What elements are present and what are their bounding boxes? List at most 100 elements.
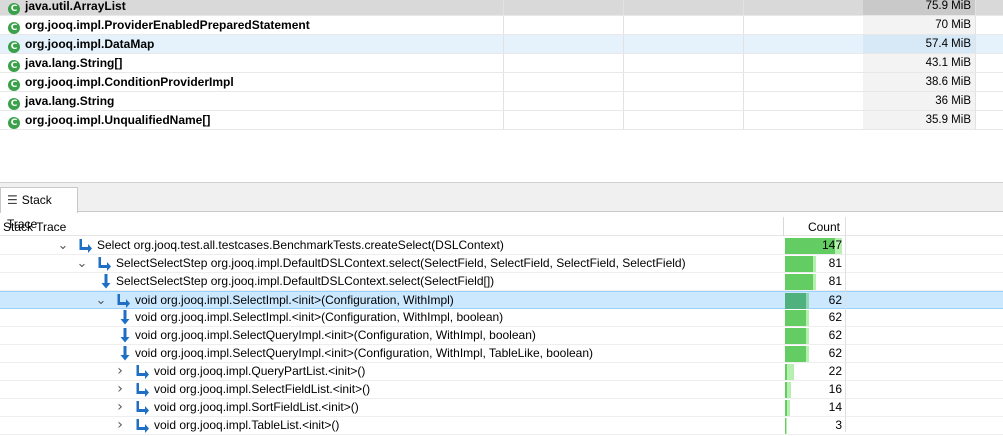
column-separator	[623, 111, 624, 129]
call-path-arrow-icon	[79, 238, 93, 253]
class-allocation-table: Cjava.util.ArrayList 75.9 MiB Corg.jooq.im…	[0, 0, 1003, 146]
stack-frame-label: Select org.jooq.test.all.testcases.Bench…	[97, 238, 504, 252]
column-separator	[975, 16, 976, 34]
tree-node-row[interactable]: void org.jooq.impl.SelectQueryImpl.<init…	[0, 327, 1003, 345]
collapse-chevron-icon[interactable]: ⌄	[57, 237, 69, 254]
class-icon: C	[8, 60, 20, 72]
class-table-row[interactable]: Corg.jooq.impl.ConditionProviderImpl 38.6…	[0, 73, 1003, 92]
column-separator	[743, 16, 744, 34]
stack-frame-label: SelectSelectStep org.jooq.impl.DefaultDS…	[116, 274, 495, 288]
column-separator	[503, 16, 504, 34]
column-separator	[623, 16, 624, 34]
stack-frame-label: void org.jooq.impl.TableList.<init>()	[154, 418, 340, 432]
tree-node-row[interactable]: ⌄ SelectSelectStep org.jooq.impl.DefaultD…	[0, 255, 1003, 273]
retained-size-cell: 35.9 MiB	[863, 111, 975, 129]
collapse-chevron-icon[interactable]: ⌄	[76, 255, 88, 272]
panel-splitter[interactable]	[0, 146, 1003, 182]
stack-frame-label: SelectSelectStep org.jooq.impl.DefaultDS…	[116, 256, 686, 270]
tree-node-row[interactable]: SelectSelectStep org.jooq.impl.DefaultDS…	[0, 273, 1003, 291]
list-icon: ☰	[7, 193, 18, 207]
column-separator	[503, 54, 504, 72]
class-icon: C	[8, 117, 20, 129]
column-separator	[503, 35, 504, 53]
class-name: org.jooq.impl.ConditionProviderImpl	[25, 75, 234, 89]
column-header-stack-trace[interactable]: Stack Trace	[3, 220, 66, 234]
column-separator	[975, 73, 976, 91]
class-icon: C	[8, 3, 20, 15]
column-separator	[623, 73, 624, 91]
retained-size-cell: 75.9 MiB	[863, 0, 975, 15]
tree-node-row[interactable]: › void org.jooq.impl.QueryPartList.<init>…	[0, 363, 1003, 381]
column-separator	[975, 111, 976, 129]
class-name: org.jooq.impl.DataMap	[25, 37, 155, 51]
class-name: java.lang.String	[25, 94, 115, 108]
collapse-chevron-icon[interactable]: ⌄	[95, 292, 107, 309]
tree-node-row[interactable]: ⌄ void org.jooq.impl.SelectImpl.<init>(Co…	[0, 291, 1003, 309]
tree-node-row[interactable]: void org.jooq.impl.SelectQueryImpl.<init…	[0, 345, 1003, 363]
class-icon: C	[8, 79, 20, 91]
retained-size-cell: 38.6 MiB	[863, 73, 975, 91]
tab-stack-trace[interactable]: ☰ Stack Trace	[0, 187, 78, 231]
count-value: 22	[828, 364, 842, 378]
tree-node-row[interactable]: › void org.jooq.impl.TableList.<init>() 3	[0, 417, 1003, 435]
class-name-cell: Corg.jooq.impl.ProviderEnabledPreparedSt…	[8, 16, 388, 34]
class-table-row[interactable]: Corg.jooq.impl.UnqualifiedName[] 35.9 MiB	[0, 111, 1003, 130]
class-table-row[interactable]: Corg.jooq.impl.DataMap 57.4 MiB	[0, 35, 1003, 54]
stack-frame-label: void org.jooq.impl.SelectImpl.<init>(Con…	[135, 293, 454, 307]
column-separator	[743, 92, 744, 110]
column-separator	[743, 54, 744, 72]
expand-chevron-icon[interactable]: ›	[114, 381, 126, 398]
column-separator	[623, 54, 624, 72]
column-separator	[623, 0, 624, 15]
column-separator	[503, 73, 504, 91]
class-icon: C	[8, 98, 20, 110]
call-down-arrow-icon	[118, 310, 132, 325]
column-separator	[975, 54, 976, 72]
count-value: 62	[828, 310, 842, 324]
class-name-cell: Cjava.lang.String[]	[8, 54, 388, 72]
call-path-arrow-icon	[136, 382, 150, 397]
stack-trace-tree: Stack Trace Count ⌄ Select org.jooq.test.…	[0, 217, 1003, 435]
column-separator	[623, 35, 624, 53]
tree-node-row[interactable]: ⌄ Select org.jooq.test.all.testcases.Benc…	[0, 237, 1003, 255]
class-name-cell: Corg.jooq.impl.UnqualifiedName[]	[8, 111, 388, 129]
retained-size-cell: 36 MiB	[863, 92, 975, 110]
stack-frame-label: void org.jooq.impl.SortFieldList.<init>(…	[154, 400, 359, 414]
class-table-row[interactable]: Corg.jooq.impl.ProviderEnabledPreparedSt…	[0, 16, 1003, 35]
column-separator	[975, 92, 976, 110]
stack-frame-label: void org.jooq.impl.QueryPartList.<init>(…	[154, 364, 366, 378]
retained-size-cell: 43.1 MiB	[863, 54, 975, 72]
column-separator	[743, 73, 744, 91]
count-value: 81	[828, 274, 842, 288]
call-path-arrow-icon	[136, 400, 150, 415]
tree-node-row[interactable]: › void org.jooq.impl.SelectFieldList.<ini…	[0, 381, 1003, 399]
call-path-arrow-icon	[98, 256, 112, 271]
expand-chevron-icon[interactable]: ›	[114, 399, 126, 416]
count-value: 3	[835, 418, 842, 432]
view-tab-bar: ☰ Stack Trace	[0, 182, 1003, 231]
class-icon: C	[8, 22, 20, 34]
column-separator	[975, 0, 976, 15]
count-value: 14	[828, 400, 842, 414]
count-value: 62	[828, 293, 842, 307]
count-value: 62	[828, 346, 842, 360]
class-table-row[interactable]: Cjava.util.ArrayList 75.9 MiB	[0, 0, 1003, 16]
class-name-cell: Corg.jooq.impl.ConditionProviderImpl	[8, 73, 388, 91]
column-header-count[interactable]: Count	[740, 220, 840, 234]
class-table-row[interactable]: Cjava.lang.String[] 43.1 MiB	[0, 54, 1003, 73]
class-table-row[interactable]: Cjava.lang.String 36 MiB	[0, 92, 1003, 111]
call-down-arrow-icon	[118, 346, 132, 361]
stack-frame-label: void org.jooq.impl.SelectQueryImpl.<init…	[135, 346, 594, 360]
column-separator	[975, 35, 976, 53]
tree-node-row[interactable]: › void org.jooq.impl.SortFieldList.<init>…	[0, 399, 1003, 417]
call-path-arrow-icon	[117, 293, 131, 308]
column-separator	[623, 92, 624, 110]
class-name: java.lang.String[]	[25, 56, 123, 70]
column-separator	[503, 0, 504, 15]
tree-node-row[interactable]: void org.jooq.impl.SelectImpl.<init>(Con…	[0, 309, 1003, 327]
call-down-arrow-icon	[118, 328, 132, 343]
expand-chevron-icon[interactable]: ›	[114, 363, 126, 380]
stack-frame-label: void org.jooq.impl.SelectQueryImpl.<init…	[135, 328, 536, 342]
expand-chevron-icon[interactable]: ›	[114, 417, 126, 434]
call-path-arrow-icon	[136, 418, 150, 433]
